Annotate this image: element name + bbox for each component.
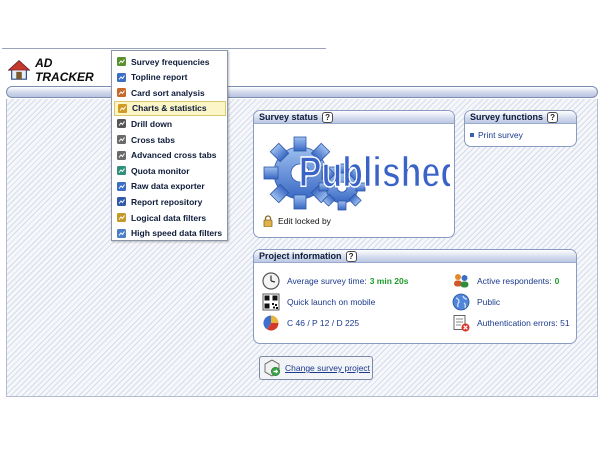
header-band [6, 86, 598, 98]
change-project-icon [264, 359, 280, 377]
published-badge: Published [263, 136, 450, 211]
menu-item-label: Charts & statistics [132, 103, 207, 114]
change-survey-project-button[interactable]: Change survey project [259, 356, 373, 380]
drill-down-icon [117, 119, 126, 129]
cross-tabs-icon [117, 135, 126, 144]
survey-functions-header: Survey functions ? [465, 111, 576, 124]
menu-item-label: Logical data filters [131, 212, 207, 223]
menu-item-quota-monitor[interactable]: Quota monitor [114, 163, 226, 178]
menu-item-label: Advanced cross tabs [131, 150, 217, 161]
report-repository-icon [117, 197, 126, 207]
help-icon[interactable]: ? [547, 111, 559, 123]
project-information-header: Project information ? [254, 250, 576, 263]
analysis-dropdown-menu: Survey frequencies Topline report Card sor… [111, 50, 228, 241]
high-speed-filter-icon [117, 228, 126, 238]
menu-item-label: Drill down [131, 118, 173, 129]
bullet-icon [470, 133, 474, 137]
error-document-icon [453, 315, 470, 332]
average-survey-time: Average survey time: 3 min 20s [262, 272, 408, 290]
menu-item-high-speed-filter[interactable]: High speed data filters [114, 226, 226, 241]
survey-functions-title: Survey functions [470, 112, 544, 122]
survey-status-panel: Survey status ? Published Edit locked by [253, 110, 455, 238]
menu-item-label: Cross tabs [131, 134, 175, 145]
change-survey-project-label: Change survey project [285, 363, 371, 373]
topline-report-icon [117, 72, 126, 82]
counts-label: C 46 / P 12 / D 225 [287, 318, 360, 328]
pie-chart-icon [263, 315, 279, 331]
visibility-public: Public [452, 293, 500, 311]
logical-filter-icon [117, 213, 126, 222]
menu-item-frequency-chart[interactable]: Survey frequencies [114, 54, 226, 69]
print-survey-link[interactable]: Print survey [470, 130, 523, 140]
users-icon [454, 274, 469, 288]
menu-item-raw-data-exporter[interactable]: Raw data exporter [114, 179, 226, 194]
avg-time-value: 3 min 20s [369, 276, 409, 286]
menu-item-report-repository[interactable]: Report repository [114, 194, 226, 209]
survey-status-header: Survey status ? [254, 111, 454, 124]
edit-locked-label: Edit locked by [278, 216, 331, 226]
app-title: AD TRACKER [35, 56, 94, 84]
quota-monitor-icon [117, 166, 126, 176]
app-logo[interactable]: AD TRACKER [8, 56, 108, 84]
avg-time-label: Average survey time: [287, 276, 367, 286]
authentication-errors: Authentication errors: 51 [452, 314, 570, 332]
padlock-icon [263, 215, 273, 227]
edit-lock-row: Edit locked by [263, 215, 331, 227]
project-information-title: Project information [259, 251, 342, 261]
qr-code-icon [262, 293, 280, 311]
question-counts: C 46 / P 12 / D 225 [262, 314, 359, 332]
active-respondents-label: Active respondents: [477, 276, 552, 286]
menu-item-label: Survey frequencies [131, 56, 210, 67]
menu-item-topline-report[interactable]: Topline report [114, 70, 226, 85]
menu-item-card-sort[interactable]: Card sort analysis [114, 85, 226, 100]
frequency-chart-icon [117, 57, 126, 66]
menu-item-label: Card sort analysis [131, 87, 205, 98]
menu-item-advanced-cross-tabs[interactable]: Advanced cross tabs [114, 148, 226, 163]
quick-launch-mobile[interactable]: Quick launch on mobile [262, 293, 375, 311]
home-icon [8, 59, 31, 80]
clock-icon [262, 272, 280, 290]
help-icon[interactable]: ? [322, 111, 334, 123]
project-information-panel: Project information ? Average survey tim… [253, 249, 577, 344]
charts-icon [118, 103, 127, 113]
raw-data-exporter-icon [117, 181, 126, 191]
advanced-cross-tabs-icon [117, 150, 126, 160]
menu-item-drill-down[interactable]: Drill down [114, 116, 226, 131]
help-icon[interactable]: ? [345, 250, 357, 262]
menu-item-cross-tabs[interactable]: Cross tabs [114, 132, 226, 147]
active-respondents-value: 0 [554, 276, 560, 286]
visibility-label: Public [477, 297, 501, 307]
menu-item-label: High speed data filters [131, 228, 223, 239]
card-sort-icon [117, 88, 126, 98]
top-divider [2, 48, 326, 49]
active-respondents: Active respondents: 0 [452, 272, 559, 290]
menu-item-label: Report repository [131, 196, 203, 207]
menu-item-logical-filter[interactable]: Logical data filters [114, 210, 226, 225]
menu-item-label: Raw data exporter [131, 181, 205, 192]
auth-errors-label: Authentication errors: 51 [477, 318, 570, 328]
published-badge-text: Published [299, 149, 450, 196]
menu-item-label: Topline report [131, 72, 188, 83]
menu-item-label: Quota monitor [131, 165, 190, 176]
menu-item-charts[interactable]: Charts & statistics [114, 100, 226, 116]
survey-functions-panel: Survey functions ? Print survey [464, 110, 577, 147]
survey-status-title: Survey status [259, 112, 319, 122]
globe-icon [452, 293, 470, 311]
quick-launch-label: Quick launch on mobile [287, 297, 376, 307]
print-survey-label: Print survey [478, 130, 523, 140]
